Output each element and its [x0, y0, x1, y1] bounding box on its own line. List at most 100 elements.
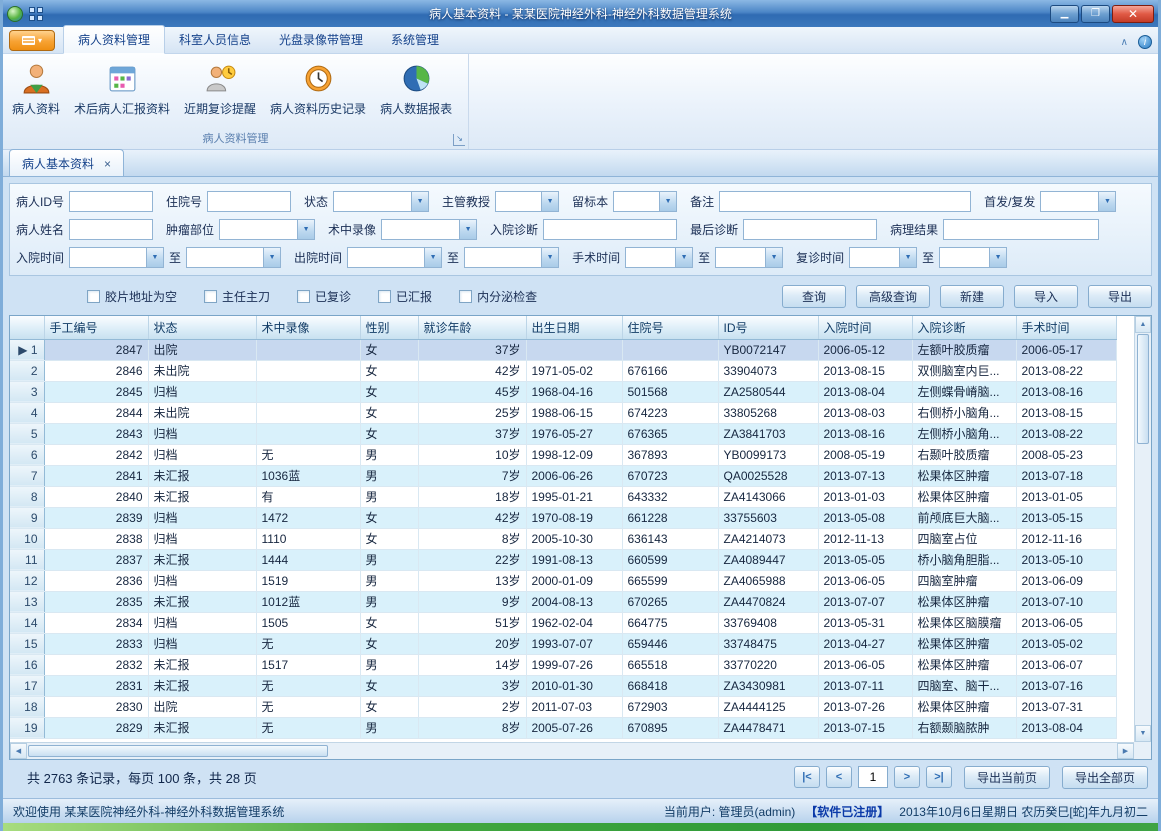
chevron-down-icon[interactable]: ▼ [459, 220, 476, 239]
row-indicator[interactable]: 16 [10, 654, 44, 675]
dialog-launcher-icon[interactable]: ↘ [453, 134, 465, 146]
table-row[interactable]: 42844未出院女25岁1988-06-15674223338052682013… [10, 402, 1116, 423]
row-indicator[interactable]: 18 [10, 696, 44, 717]
close-button[interactable]: ✕ [1112, 5, 1154, 23]
column-header[interactable]: 出生日期 [526, 316, 622, 339]
postop-report-button[interactable]: 术后病人汇报资料 [67, 57, 177, 131]
new-button[interactable]: 新建 [940, 285, 1004, 308]
table-row[interactable]: 102838归档1110女8岁2005-10-30636143ZA4214073… [10, 528, 1116, 549]
horizontal-scroll-thumb[interactable] [28, 745, 328, 757]
scroll-right-icon[interactable]: ▶ [1117, 743, 1134, 759]
minimize-button[interactable]: ▁ [1050, 5, 1079, 23]
table-row[interactable]: ▶ 12847出院女37岁YB00721472006-05-12左额叶胶质瘤20… [10, 339, 1116, 360]
export-all-pages-button[interactable]: 导出全部页 [1062, 766, 1148, 789]
checkbox-icon[interactable] [378, 290, 391, 303]
chevron-down-icon[interactable]: ▼ [541, 248, 558, 267]
row-indicator[interactable]: 7 [10, 465, 44, 486]
column-header[interactable]: 手术时间 [1016, 316, 1116, 339]
table-row[interactable]: 132835未汇报1012蓝男9岁2004-08-13670265ZA44708… [10, 591, 1116, 612]
ribbon-tab-system[interactable]: 系统管理 [377, 26, 453, 53]
row-indicator[interactable]: 13 [10, 591, 44, 612]
column-header[interactable]: 入院诊断 [912, 316, 1016, 339]
revisited-checkbox[interactable]: 已复诊 [297, 288, 351, 305]
row-indicator[interactable]: 5 [10, 423, 44, 444]
ribbon-tab-disc-management[interactable]: 光盘录像带管理 [265, 26, 377, 53]
application-menu-button[interactable]: ▾ [9, 30, 55, 51]
table-row[interactable]: 72841未汇报1036蓝男7岁2006-06-26670723QA002552… [10, 465, 1116, 486]
close-tab-icon[interactable]: × [104, 159, 111, 169]
chevron-down-icon[interactable]: ▼ [1098, 192, 1115, 211]
quick-access-grid-icon[interactable] [29, 7, 45, 21]
row-indicator[interactable]: 12 [10, 570, 44, 591]
import-button[interactable]: 导入 [1014, 285, 1078, 308]
row-indicator[interactable]: 19 [10, 717, 44, 738]
chevron-down-icon[interactable]: ▼ [146, 248, 163, 267]
last-page-button[interactable]: >| [926, 766, 952, 788]
first-recurrence-combo[interactable]: ▼ [1040, 191, 1116, 212]
history-records-button[interactable]: 病人资料历史记录 [263, 57, 373, 131]
table-row[interactable]: 92839归档1472女42岁1970-08-19661228337556032… [10, 507, 1116, 528]
chevron-down-icon[interactable]: ▼ [765, 248, 782, 267]
scroll-left-icon[interactable]: ◀ [10, 743, 27, 759]
table-row[interactable]: 152833归档无女20岁1993-07-0765944633748475201… [10, 633, 1116, 654]
surgery-video-combo[interactable]: ▼ [381, 219, 477, 240]
professor-combo[interactable]: ▼ [495, 191, 559, 212]
inpatient-no-input[interactable] [207, 191, 291, 212]
table-row[interactable]: 172831未汇报无女3岁2010-01-30668418ZA343098120… [10, 675, 1116, 696]
column-header[interactable]: ID号 [718, 316, 818, 339]
column-header[interactable]: 入院时间 [818, 316, 912, 339]
vertical-scroll-thumb[interactable] [1137, 334, 1149, 444]
ribbon-tab-patient-management[interactable]: 病人资料管理 [63, 25, 165, 54]
patient-records-button[interactable]: 病人资料 [5, 57, 67, 131]
admission-diagnosis-input[interactable] [543, 219, 677, 240]
query-button[interactable]: 查询 [782, 285, 846, 308]
surgery-date-from-combo[interactable]: ▼ [625, 247, 693, 268]
next-page-button[interactable]: > [894, 766, 920, 788]
revisit-reminder-button[interactable]: 近期复诊提醒 [177, 57, 263, 131]
ribbon-tab-staff-info[interactable]: 科室人员信息 [165, 26, 265, 53]
chevron-down-icon[interactable]: ▼ [263, 248, 280, 267]
final-diagnosis-input[interactable] [743, 219, 877, 240]
row-indicator[interactable]: 8 [10, 486, 44, 507]
checkbox-icon[interactable] [204, 290, 217, 303]
table-row[interactable]: 82840未汇报有男18岁1995-01-21643332ZA414306620… [10, 486, 1116, 507]
remark-input[interactable] [719, 191, 971, 212]
collapse-ribbon-icon[interactable]: ∧ [1121, 37, 1128, 48]
column-header[interactable]: 住院号 [622, 316, 718, 339]
row-indicator[interactable]: 14 [10, 612, 44, 633]
chevron-down-icon[interactable]: ▼ [675, 248, 692, 267]
reported-checkbox[interactable]: 已汇报 [378, 288, 432, 305]
row-indicator[interactable]: 4 [10, 402, 44, 423]
row-indicator[interactable]: ▶ 1 [10, 339, 44, 360]
row-indicator[interactable]: 10 [10, 528, 44, 549]
chevron-down-icon[interactable]: ▼ [424, 248, 441, 267]
vertical-scrollbar[interactable]: ▲ ▼ [1134, 316, 1151, 742]
surgery-date-to-combo[interactable]: ▼ [715, 247, 783, 268]
row-indicator[interactable]: 3 [10, 381, 44, 402]
checkbox-icon[interactable] [297, 290, 310, 303]
tab-patient-basic-info[interactable]: 病人基本资料 × [9, 149, 124, 176]
row-indicator[interactable]: 11 [10, 549, 44, 570]
chief-surgeon-checkbox[interactable]: 主任主刀 [204, 288, 270, 305]
column-header[interactable]: 状态 [148, 316, 256, 339]
export-button[interactable]: 导出 [1088, 285, 1152, 308]
chevron-down-icon[interactable]: ▼ [297, 220, 314, 239]
row-indicator[interactable]: 6 [10, 444, 44, 465]
chevron-down-icon[interactable]: ▼ [541, 192, 558, 211]
column-header[interactable]: 手工编号 [44, 316, 148, 339]
table-row[interactable]: 112837未汇报1444男22岁1991-08-13660599ZA40894… [10, 549, 1116, 570]
column-header[interactable]: 性别 [360, 316, 418, 339]
discharge-date-to-combo[interactable]: ▼ [464, 247, 559, 268]
row-indicator[interactable]: 2 [10, 360, 44, 381]
help-info-icon[interactable]: i [1138, 35, 1152, 49]
table-row[interactable]: 122836归档1519男13岁2000-01-09665599ZA406598… [10, 570, 1116, 591]
row-indicator[interactable]: 17 [10, 675, 44, 696]
scroll-up-icon[interactable]: ▲ [1135, 316, 1151, 333]
table-row[interactable]: 162832未汇报1517男14岁1999-07-266655183377022… [10, 654, 1116, 675]
revisit-date-to-combo[interactable]: ▼ [939, 247, 1007, 268]
maximize-button[interactable]: ❐ [1081, 5, 1110, 23]
page-number-input[interactable] [858, 766, 888, 788]
row-indicator[interactable]: 15 [10, 633, 44, 654]
pathology-result-input[interactable] [943, 219, 1099, 240]
chevron-down-icon[interactable]: ▼ [899, 248, 916, 267]
